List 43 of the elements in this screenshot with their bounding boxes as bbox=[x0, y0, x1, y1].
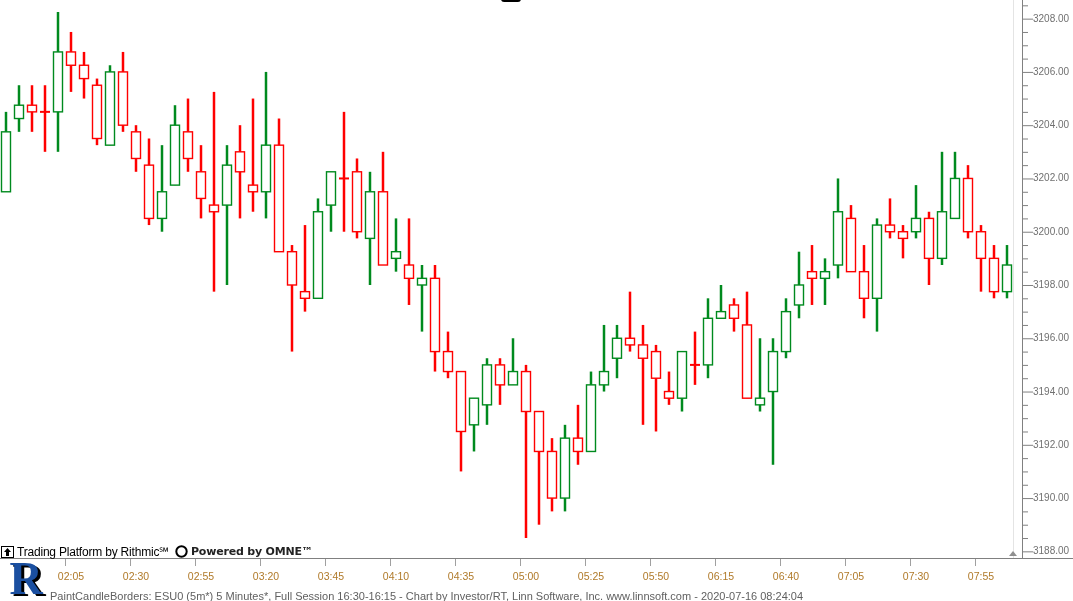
price-label: 3192.00 bbox=[1033, 438, 1070, 450]
candle bbox=[988, 245, 1000, 299]
time-label: 02:05 bbox=[57, 570, 85, 582]
time-label: 06:15 bbox=[707, 570, 735, 582]
price-label: 3190.00 bbox=[1033, 492, 1070, 504]
time-label: 02:30 bbox=[122, 570, 150, 582]
time-label: 05:50 bbox=[642, 570, 670, 582]
platform-credit: Trading Platform by Rithmic℠ bbox=[17, 544, 169, 560]
price-label: 3200.00 bbox=[1033, 225, 1070, 237]
candle bbox=[494, 358, 506, 405]
price-label: 3204.00 bbox=[1033, 119, 1070, 131]
price-label: 3198.00 bbox=[1033, 279, 1070, 290]
time-label: 07:05 bbox=[837, 570, 865, 582]
time-label: 04:35 bbox=[447, 570, 475, 582]
candle bbox=[481, 358, 493, 425]
time-label: 07:55 bbox=[967, 570, 995, 582]
time-label: 05:00 bbox=[512, 570, 540, 582]
price-label: 3194.00 bbox=[1033, 385, 1070, 397]
time-label: 03:45 bbox=[317, 570, 345, 582]
time-label: 05:25 bbox=[577, 570, 605, 582]
candle bbox=[598, 324, 610, 392]
candle bbox=[806, 245, 818, 305]
candle bbox=[26, 85, 38, 132]
price-label: 3208.00 bbox=[1033, 12, 1070, 24]
candle bbox=[78, 51, 90, 99]
time-label: 03:20 bbox=[252, 570, 280, 582]
time-label: 07:30 bbox=[902, 570, 930, 582]
candle bbox=[611, 324, 623, 379]
price-label: 3196.00 bbox=[1033, 332, 1070, 344]
triangle-marker-icon bbox=[1009, 551, 1017, 556]
price-label: 3188.00 bbox=[1033, 545, 1070, 557]
candle bbox=[975, 225, 987, 292]
time-label: 06:40 bbox=[772, 570, 800, 582]
time-label: 04:10 bbox=[382, 570, 410, 582]
price-label: 3206.00 bbox=[1033, 65, 1070, 77]
candle bbox=[91, 78, 103, 146]
candle bbox=[793, 251, 805, 319]
logo: R bbox=[8, 558, 43, 600]
powered-by-credit: Powered by OMNE™ bbox=[191, 545, 313, 558]
time-label: 02:55 bbox=[187, 570, 215, 582]
candle bbox=[1001, 245, 1013, 299]
price-label: 3202.00 bbox=[1033, 172, 1070, 184]
circle-icon bbox=[175, 545, 188, 558]
